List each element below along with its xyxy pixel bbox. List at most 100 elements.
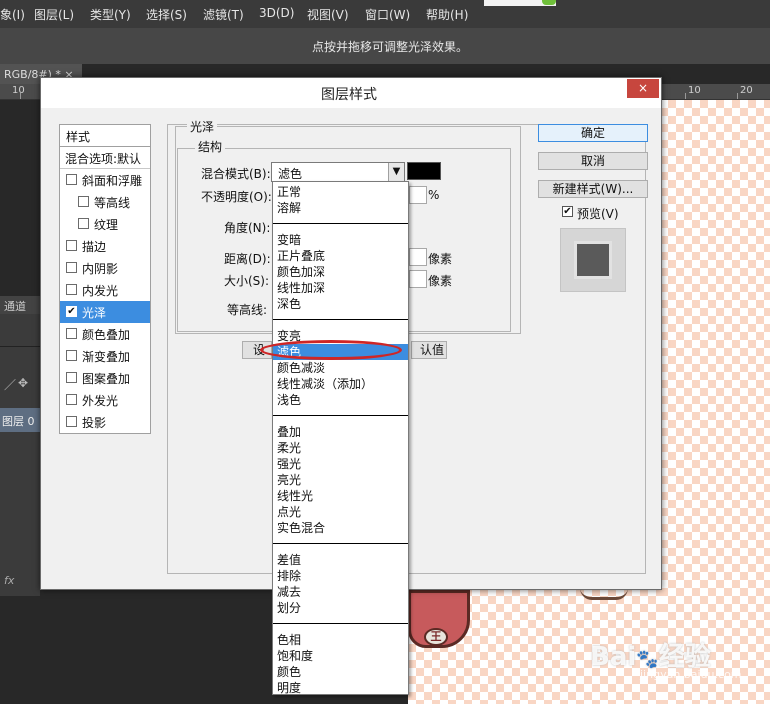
style-label: 颜色叠加: [82, 328, 131, 342]
options-hint: 点按并拖移可调整光泽效果。: [312, 40, 469, 54]
checkbox-checked[interactable]: ✔: [562, 206, 573, 217]
dropdown-option[interactable]: 点光: [273, 504, 408, 520]
fx-icon[interactable]: fx: [4, 574, 14, 587]
dropdown-option[interactable]: 强光: [273, 456, 408, 472]
dropdown-option[interactable]: 色相: [273, 632, 408, 648]
preview-swatch: [577, 244, 609, 276]
dropdown-separator: [273, 543, 408, 544]
dropdown-option[interactable]: 柔光: [273, 440, 408, 456]
dropdown-option[interactable]: 深色: [273, 296, 408, 312]
opacity-unit: %: [428, 188, 440, 202]
style-item-inner-glow[interactable]: 内发光: [60, 279, 150, 301]
style-item-bevel-emboss[interactable]: 斜面和浮雕: [60, 169, 150, 191]
menu-select[interactable]: 选择(S): [146, 6, 187, 23]
dropdown-option[interactable]: 线性加深: [273, 280, 408, 296]
dropdown-option[interactable]: 明度: [273, 680, 408, 696]
ok-button[interactable]: 确定: [538, 124, 648, 142]
checkbox[interactable]: [78, 196, 89, 207]
brush-icon[interactable]: ／: [4, 376, 16, 393]
dropdown-option[interactable]: 正片叠底: [273, 248, 408, 264]
preview-label: 预览(V): [577, 207, 619, 221]
menu-view[interactable]: 视图(V): [307, 6, 349, 23]
style-item-contour[interactable]: 等高线: [60, 191, 150, 213]
tab-channels[interactable]: 通道: [0, 296, 40, 314]
options-bar: 点按并拖移可调整光泽效果。: [0, 28, 770, 64]
satin-color-swatch[interactable]: [407, 162, 441, 180]
dropdown-option[interactable]: 排除: [273, 568, 408, 584]
dropdown-option[interactable]: 线性减淡（添加）: [273, 376, 408, 392]
layer-row[interactable]: 图层 0: [0, 408, 40, 432]
status-indicator: [542, 0, 556, 5]
dropdown-option[interactable]: 叠加: [273, 424, 408, 440]
watermark-sub: jingyan.baidu.com: [640, 668, 742, 681]
blend-options-item[interactable]: 混合选项:默认: [60, 147, 150, 169]
dropdown-separator: [273, 415, 408, 416]
dropdown-option[interactable]: 线性光: [273, 488, 408, 504]
menu-layer[interactable]: 图层(L): [34, 6, 74, 23]
checkbox[interactable]: [66, 284, 77, 295]
menu-help[interactable]: 帮助(H): [426, 6, 468, 23]
reset-default-button[interactable]: 认值: [411, 341, 447, 359]
dropdown-option[interactable]: 浅色: [273, 392, 408, 408]
checkbox[interactable]: [66, 328, 77, 339]
style-label: 内阴影: [82, 262, 119, 276]
checkbox[interactable]: [66, 262, 77, 273]
style-label: 描边: [82, 240, 107, 254]
dropdown-option[interactable]: 亮光: [273, 472, 408, 488]
checkbox[interactable]: [78, 218, 89, 229]
new-style-button[interactable]: 新建样式(W)...: [538, 180, 648, 198]
menu-type[interactable]: 类型(Y): [90, 6, 131, 23]
style-item-drop-shadow[interactable]: 投影: [60, 411, 150, 433]
checkbox[interactable]: [66, 416, 77, 427]
style-item-texture[interactable]: 纹理: [60, 213, 150, 235]
opacity-input[interactable]: [409, 186, 427, 204]
style-item-satin[interactable]: ✔ 光泽: [60, 301, 150, 323]
dropdown-option[interactable]: 减去: [273, 584, 408, 600]
style-item-outer-glow[interactable]: 外发光: [60, 389, 150, 411]
checkbox[interactable]: [66, 372, 77, 383]
opacity-label: 不透明度(O):: [201, 190, 272, 204]
contour-label: 等高线:: [227, 303, 268, 317]
style-item-stroke[interactable]: 描边: [60, 235, 150, 257]
preview-thumbnail: [560, 228, 626, 292]
checkbox[interactable]: [66, 394, 77, 405]
style-item-gradient-overlay[interactable]: 渐变叠加: [60, 345, 150, 367]
style-item-color-overlay[interactable]: 颜色叠加: [60, 323, 150, 345]
structure-group-title: 结构: [195, 138, 226, 155]
checkbox[interactable]: [66, 174, 77, 185]
style-label: 光泽: [82, 306, 107, 320]
size-input[interactable]: [409, 270, 427, 288]
dialog-title: 图层样式: [321, 87, 377, 103]
style-item-pattern-overlay[interactable]: 图案叠加: [60, 367, 150, 389]
menu-window[interactable]: 窗口(W): [365, 6, 410, 23]
distance-input[interactable]: [409, 248, 427, 266]
dropdown-option[interactable]: 溶解: [273, 200, 408, 216]
chevron-down-icon[interactable]: ▼: [388, 163, 404, 181]
cancel-button[interactable]: 取消: [538, 152, 648, 170]
blend-mode-value: 滤色: [278, 167, 303, 181]
dropdown-option[interactable]: 变暗: [273, 232, 408, 248]
dropdown-option[interactable]: 颜色: [273, 664, 408, 680]
dropdown-option[interactable]: 正常: [273, 184, 408, 200]
style-label: 斜面和浮雕: [82, 174, 143, 188]
size-label: 大小(S):: [224, 274, 270, 288]
dropdown-option[interactable]: 颜色加深: [273, 264, 408, 280]
style-item-inner-shadow[interactable]: 内阴影: [60, 257, 150, 279]
menu-filter[interactable]: 滤镜(T): [203, 6, 244, 23]
dropdown-option[interactable]: 划分: [273, 600, 408, 616]
dropdown-option[interactable]: 实色混合: [273, 520, 408, 536]
checkbox[interactable]: [66, 350, 77, 361]
menu-3d[interactable]: 3D(D): [259, 6, 294, 20]
menu-image[interactable]: 象(I): [0, 6, 25, 23]
move-icon[interactable]: ✥: [18, 376, 28, 390]
close-button[interactable]: ×: [627, 79, 659, 98]
dropdown-option[interactable]: 差值: [273, 552, 408, 568]
satin-group-title: 光泽: [187, 118, 218, 135]
checkbox-checked[interactable]: ✔: [66, 306, 77, 317]
checkbox[interactable]: [66, 240, 77, 251]
dropdown-option[interactable]: 颜色减淡: [273, 360, 408, 376]
canvas-transparent-area: [660, 100, 770, 704]
dropdown-option[interactable]: 饱和度: [273, 648, 408, 664]
dialog-titlebar: 图层样式 ×: [41, 78, 661, 108]
blend-mode-select[interactable]: 滤色 ▼: [271, 162, 405, 182]
